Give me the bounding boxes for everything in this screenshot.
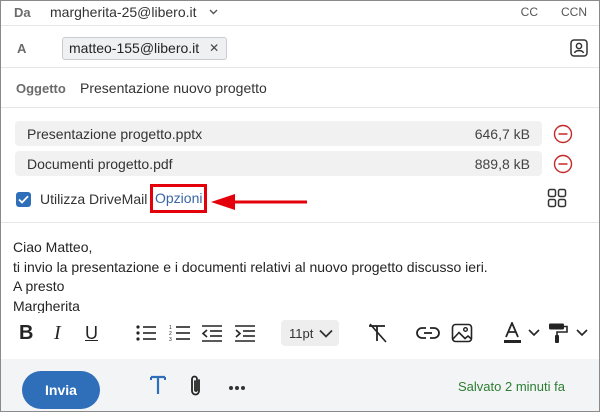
subject-input[interactable]: Presentazione nuovo progetto: [80, 80, 267, 96]
from-address[interactable]: margherita-25@libero.it: [50, 4, 197, 20]
link-icon[interactable]: [416, 321, 440, 345]
drivemail-checkbox[interactable]: [16, 191, 31, 207]
ccn-button[interactable]: CCN: [561, 5, 587, 19]
annotation-arrow-icon: [209, 192, 309, 217]
remove-circle-icon[interactable]: [553, 124, 573, 144]
font-size-value: 11pt: [289, 325, 314, 341]
body-line: Ciao Matteo,: [13, 239, 93, 255]
from-row: Da margherita-25@libero.it: [1, 0, 599, 24]
clear-format-icon[interactable]: [366, 321, 388, 345]
body-line: A presto: [13, 278, 65, 294]
recipient-chip[interactable]: matteo-155@libero.it ✕: [62, 36, 228, 60]
saved-status: Salvato 2 minuti fa: [458, 379, 565, 394]
attachment-name: Presentazione progetto.pptx: [27, 125, 203, 142]
underline-button[interactable]: U: [85, 321, 98, 345]
to-label: A: [17, 40, 27, 56]
attachment-size: 646,7 kB: [474, 125, 530, 142]
more-icon[interactable]: [228, 374, 246, 397]
italic-button[interactable]: I: [54, 321, 61, 345]
attachment-item[interactable]: Documenti progetto.pdf 889,8 kB: [15, 151, 542, 176]
bold-button[interactable]: B: [19, 321, 33, 345]
attachment-item[interactable]: Presentazione progetto.pptx 646,7 kB: [15, 121, 542, 146]
subject-row: Oggetto Presentazione nuovo progetto: [1, 76, 599, 100]
chevron-down-icon[interactable]: [209, 7, 218, 18]
to-row: A matteo-155@libero.it ✕: [1, 33, 599, 63]
bullet-list-icon[interactable]: [135, 321, 157, 345]
svg-text:3: 3: [169, 337, 172, 342]
recipient-address: matteo-155@libero.it: [69, 40, 200, 56]
divider: [1, 25, 599, 26]
remove-circle-icon[interactable]: [553, 154, 573, 174]
image-icon[interactable]: [451, 321, 473, 345]
divider: [1, 107, 599, 108]
divider: [1, 222, 599, 223]
options-link[interactable]: Opzioni: [155, 190, 202, 206]
body-line: ti invio la presentazione e i documenti …: [13, 258, 488, 275]
numbered-list-icon[interactable]: 1 2 3: [169, 321, 191, 345]
from-label: Da: [14, 4, 31, 20]
outdent-icon[interactable]: [201, 321, 223, 345]
text-format-icon[interactable]: [149, 375, 167, 401]
paperclip-icon[interactable]: [188, 374, 204, 403]
divider: [1, 67, 599, 68]
send-button[interactable]: Invia: [22, 371, 100, 409]
close-icon[interactable]: ✕: [209, 41, 219, 55]
chevron-down-icon: [319, 329, 333, 338]
font-color-icon[interactable]: [503, 321, 543, 345]
message-body[interactable]: Ciao Matteo, ti invio la presentazione e…: [13, 238, 488, 316]
attachment-size: 889,8 kB: [474, 155, 530, 172]
attachment-name: Documenti progetto.pdf: [27, 155, 173, 172]
cc-button[interactable]: CC: [521, 5, 538, 19]
drivemail-label: Utilizza DriveMail: [40, 191, 148, 207]
indent-icon[interactable]: [234, 321, 256, 345]
font-size-select[interactable]: 11pt: [281, 320, 339, 346]
subject-label: Oggetto: [16, 80, 66, 96]
contact-card-icon[interactable]: [569, 38, 589, 63]
paint-format-icon[interactable]: [547, 321, 591, 345]
apps-grid-icon[interactable]: [547, 188, 567, 213]
